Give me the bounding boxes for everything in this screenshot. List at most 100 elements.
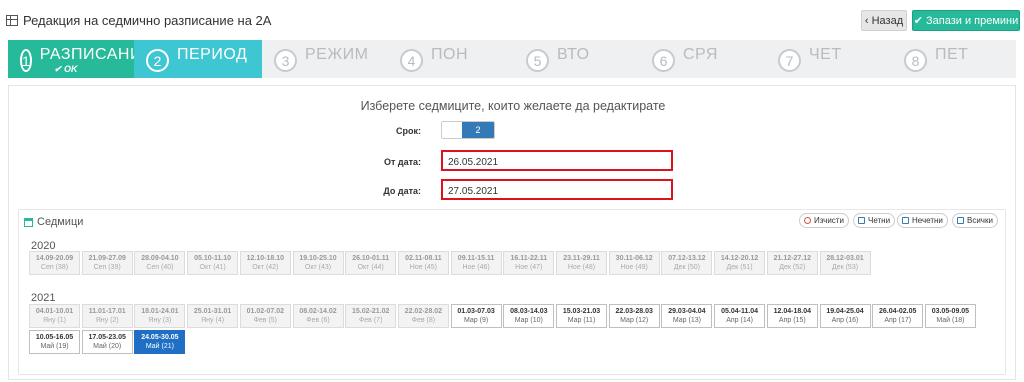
wizard-step-8[interactable]: 8 ПЕТ <box>892 40 1016 78</box>
weeks-title-text: Седмици <box>37 216 84 228</box>
week-month: Мар (11) <box>567 317 596 325</box>
even-weeks-button[interactable]: Четни <box>853 213 896 228</box>
week-month: Сеп (40) <box>146 264 174 272</box>
week-cell[interactable]: 15.03-21.03 Мар (11) <box>556 304 607 328</box>
week-month: Фев (7) <box>358 317 383 325</box>
from-date-field[interactable]: 26.05.2021 <box>441 150 673 171</box>
week-cell[interactable]: 22.03-28.03 Мар (12) <box>608 304 660 328</box>
week-month: Май (20) <box>93 343 122 351</box>
week-cell[interactable]: 02.11-08.11 Ное (45) <box>397 251 449 275</box>
step-number: 2 <box>146 49 169 72</box>
odd-weeks-button[interactable]: Нечетни <box>897 213 948 228</box>
week-cell[interactable]: 01.03-07.03 Мар (9) <box>450 304 502 328</box>
week-range: 14.12-20.12 <box>720 255 759 262</box>
week-cell[interactable]: 18.01-24.01 Яну (3) <box>134 304 186 328</box>
week-cell[interactable]: 09.11-15.11 Ное (46) <box>450 251 502 275</box>
step-number: 5 <box>526 49 549 72</box>
week-range: 08.02-14.02 <box>299 308 337 315</box>
week-range: 12.04-18.04 <box>773 308 811 315</box>
week-month: Сеп (39) <box>93 264 121 272</box>
week-cell[interactable]: 28.12-03.01 Дек (53) <box>819 251 871 275</box>
week-cell[interactable]: 08.03-14.03 Мар (10) <box>503 304 555 328</box>
step-number: 6 <box>652 49 675 72</box>
week-cell[interactable]: 11.01-17.01 Яну (2) <box>81 304 133 328</box>
back-button[interactable]: ‹ Назад <box>861 10 907 31</box>
week-range: 18.01-24.01 <box>141 308 179 315</box>
week-cell[interactable]: 24.05-30.05 Май (21) <box>134 330 186 354</box>
week-range: 08.03-14.03 <box>510 308 548 315</box>
calendar-icon <box>858 217 865 224</box>
week-cell[interactable]: 17.05-23.05 Май (20) <box>81 330 133 354</box>
week-range: 17.05-23.05 <box>88 334 126 341</box>
wizard-step-2[interactable]: 2 ПЕРИОД <box>134 40 262 78</box>
week-month: Мар (12) <box>620 317 649 325</box>
table-icon <box>6 14 18 26</box>
week-month: Апр (14) <box>726 317 753 325</box>
week-range: 26.04-02.05 <box>879 308 917 315</box>
week-month: Ное (47) <box>515 264 543 272</box>
week-month: Апр (15) <box>778 317 806 325</box>
week-cell[interactable]: 21.12-27.12 Дек (52) <box>766 251 818 275</box>
week-range: 25.01-31.01 <box>193 308 232 315</box>
step-label: ПЕРИОД <box>177 46 248 63</box>
week-cell[interactable]: 26.04-02.05 Апр (17) <box>872 304 924 328</box>
week-month: Мар (9) <box>463 317 489 325</box>
week-cell[interactable]: 12.10-18.10 Окт (42) <box>239 251 291 275</box>
week-cell[interactable]: 23.11-29.11 Ное (48) <box>556 251 607 275</box>
week-cell[interactable]: 30.11-06.12 Ное (49) <box>608 251 660 275</box>
week-range: 19.04-25.04 <box>826 308 864 315</box>
week-cell[interactable]: 29.03-04.04 Мар (13) <box>661 304 713 328</box>
week-cell[interactable]: 26.10-01.11 Окт (44) <box>345 251 397 275</box>
week-cell[interactable]: 03.05-09.05 Май (18) <box>924 304 976 328</box>
week-cell[interactable]: 19.04-25.04 Апр (16) <box>819 304 871 328</box>
week-month: Дек (51) <box>726 264 753 272</box>
wizard-step-1[interactable]: 1 РАЗПИСАНИЕ✔ OK <box>8 40 134 78</box>
week-cell[interactable]: 14.09-20.09 Сеп (38) <box>29 251 80 275</box>
week-cell[interactable]: 08.02-14.02 Фев (6) <box>292 304 344 328</box>
wizard-step-4[interactable]: 4 ПОН <box>388 40 514 78</box>
step-label: ЧЕТ <box>809 46 842 63</box>
to-date-field[interactable]: 27.05.2021 <box>441 179 673 200</box>
instruction-text: Изберете седмиците, които желаете да ред… <box>360 99 666 113</box>
week-cell[interactable]: 16.11-22.11 Ное (47) <box>503 251 555 275</box>
week-cell[interactable]: 22.02-28.02 Фев (8) <box>397 304 449 328</box>
clear-button[interactable]: Изчисти <box>799 213 849 228</box>
term-toggle[interactable]: 2 <box>441 121 495 139</box>
week-cell[interactable]: 28.09-04.10 Сеп (40) <box>134 251 186 275</box>
wizard-step-7[interactable]: 7 ЧЕТ <box>766 40 892 78</box>
term-toggle-value[interactable]: 2 <box>462 122 494 138</box>
all-weeks-button[interactable]: Всички <box>952 213 998 228</box>
week-range: 21.12-27.12 <box>773 255 811 262</box>
week-range: 21.09-27.09 <box>88 255 126 262</box>
wizard-step-5[interactable]: 5 ВТО <box>514 40 640 78</box>
year-heading-2021: 2021 <box>31 292 56 304</box>
week-range: 16.11-22.11 <box>510 255 548 262</box>
week-cell[interactable]: 05.10-11.10 Окт (41) <box>187 251 239 275</box>
week-cell[interactable]: 12.04-18.04 Апр (15) <box>766 304 818 328</box>
week-month: Мар (10) <box>514 317 543 325</box>
week-cell[interactable]: 01.02-07.02 Фев (5) <box>239 304 291 328</box>
week-month: Яну (2) <box>95 317 119 325</box>
week-cell[interactable]: 14.12-20.12 Дек (51) <box>714 251 766 275</box>
week-cell[interactable]: 19.10-25.10 Окт (43) <box>292 251 344 275</box>
week-cell[interactable]: 05.04-11.04 Апр (14) <box>714 304 766 328</box>
week-cell[interactable]: 21.09-27.09 Сеп (39) <box>81 251 133 275</box>
week-cell[interactable]: 10.05-16.05 Май (19) <box>29 330 80 354</box>
week-range: 01.03-07.03 <box>457 308 495 315</box>
week-cell[interactable]: 07.12-13.12 Дек (50) <box>661 251 713 275</box>
week-month: Окт (44) <box>357 264 384 272</box>
week-range: 09.11-15.11 <box>457 255 495 262</box>
week-cell[interactable]: 15.02-21.02 Фев (7) <box>345 304 397 328</box>
clear-button-label: Изчисти <box>814 216 844 225</box>
week-cell[interactable]: 25.01-31.01 Яну (4) <box>187 304 239 328</box>
term-toggle-off[interactable] <box>442 122 462 138</box>
wizard-step-3[interactable]: 3 РЕЖИМ <box>262 40 388 78</box>
week-range: 07.12-13.12 <box>668 255 706 262</box>
wizard-step-6[interactable]: 6 СРЯ <box>640 40 766 78</box>
step-status-text: OK <box>64 64 78 74</box>
week-range: 22.03-28.03 <box>615 308 653 315</box>
week-range: 04.01-10.01 <box>35 308 74 315</box>
week-cell[interactable]: 04.01-10.01 Яну (1) <box>29 304 80 328</box>
week-range: 26.10-01.11 <box>352 255 390 262</box>
save-and-continue-button[interactable]: ✔ Запази и премини <box>912 10 1020 31</box>
